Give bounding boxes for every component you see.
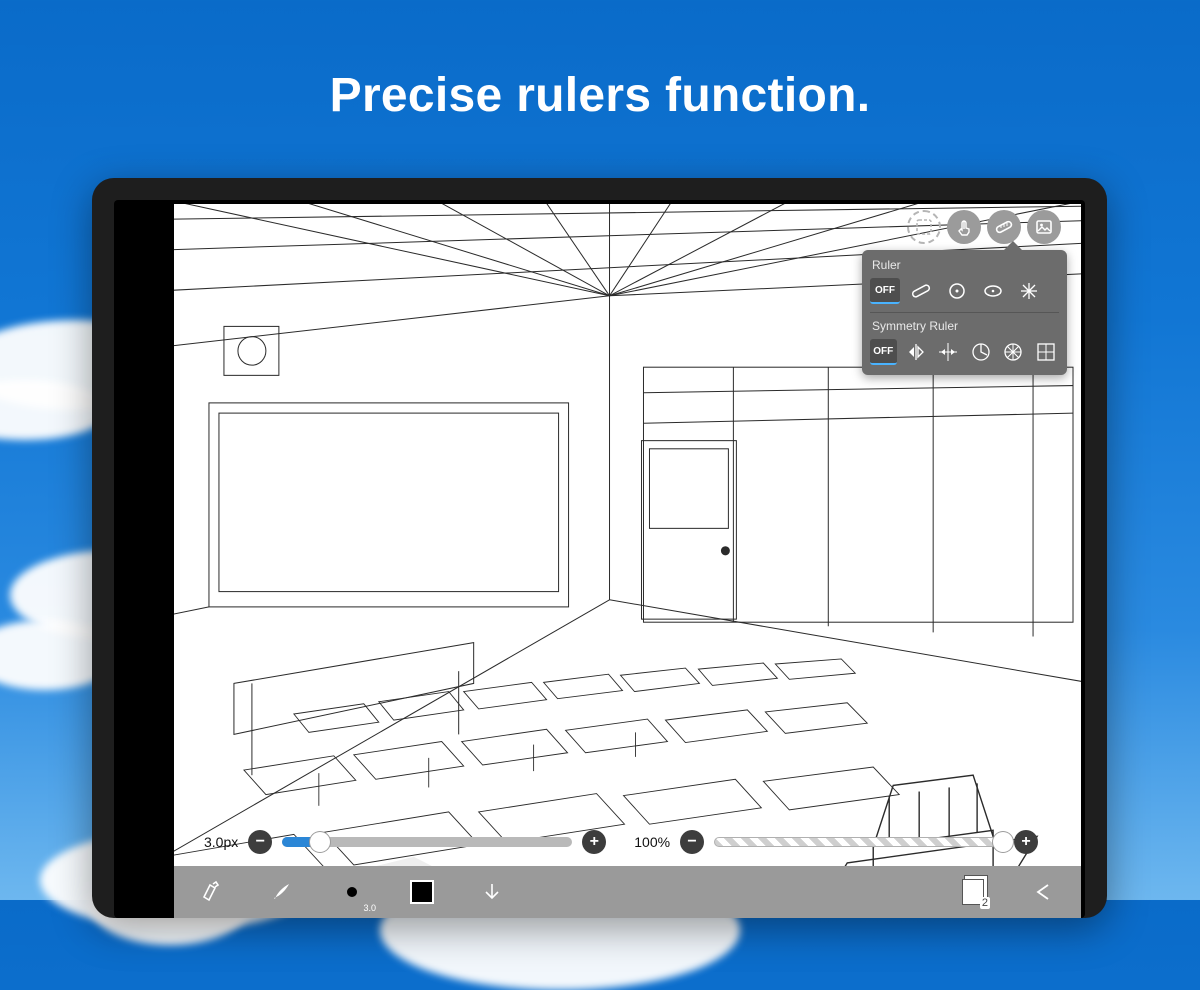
- brush-size-label: 3.0px: [204, 834, 238, 850]
- opacity-slider[interactable]: [714, 837, 1004, 847]
- circle-ruler-icon[interactable]: [942, 276, 972, 306]
- ruler-off-button[interactable]: OFF: [870, 278, 900, 304]
- touch-mode-icon[interactable]: [947, 210, 981, 244]
- kaleidoscope-icon[interactable]: [1000, 337, 1027, 367]
- opacity-plus-button[interactable]: +: [1014, 830, 1038, 854]
- transform-icon[interactable]: [192, 872, 232, 912]
- symmetry-section-title: Symmetry Ruler: [872, 319, 1059, 333]
- size-slider[interactable]: [282, 837, 572, 847]
- size-minus-button[interactable]: −: [248, 830, 272, 854]
- ellipse-ruler-icon[interactable]: [978, 276, 1008, 306]
- app-screen: Ruler OFF Symmetry Ruler OFF: [174, 204, 1081, 918]
- slider-row: 3.0px − + 100% − +: [204, 830, 1055, 854]
- color-swatch[interactable]: [402, 872, 442, 912]
- opacity-minus-button[interactable]: −: [680, 830, 704, 854]
- mirror-vertical-icon[interactable]: [903, 337, 930, 367]
- image-tool-icon[interactable]: [1027, 210, 1061, 244]
- ruler-tool-icon[interactable]: [987, 210, 1021, 244]
- headline: Precise rulers function.: [0, 68, 1200, 123]
- mirror-both-icon[interactable]: [935, 337, 962, 367]
- brush-size-icon[interactable]: 3.0: [332, 872, 372, 912]
- download-icon[interactable]: [472, 872, 512, 912]
- ruler-section-title: Ruler: [872, 258, 1059, 272]
- radiate-ruler-icon[interactable]: [1014, 276, 1044, 306]
- selection-tool-icon[interactable]: [907, 210, 941, 244]
- straight-ruler-icon[interactable]: [906, 276, 936, 306]
- grid-symmetry-icon[interactable]: [1033, 337, 1060, 367]
- top-icon-bar: [907, 210, 1061, 244]
- ruler-panel: Ruler OFF Symmetry Ruler OFF: [862, 250, 1067, 375]
- tablet-frame: Ruler OFF Symmetry Ruler OFF: [92, 178, 1107, 918]
- symmetry-off-button[interactable]: OFF: [870, 339, 897, 365]
- layer-count: 2: [980, 897, 990, 909]
- back-icon[interactable]: [1023, 872, 1063, 912]
- tablet-bezel: Ruler OFF Symmetry Ruler OFF: [114, 200, 1085, 918]
- bottom-toolbar: 3.0 2: [174, 866, 1081, 918]
- layers-icon[interactable]: 2: [953, 872, 993, 912]
- size-plus-button[interactable]: +: [582, 830, 606, 854]
- brush-icon[interactable]: [262, 872, 302, 912]
- opacity-label: 100%: [634, 834, 670, 850]
- rotational-symmetry-icon[interactable]: [968, 337, 995, 367]
- brush-size-value: 3.0: [363, 903, 376, 913]
